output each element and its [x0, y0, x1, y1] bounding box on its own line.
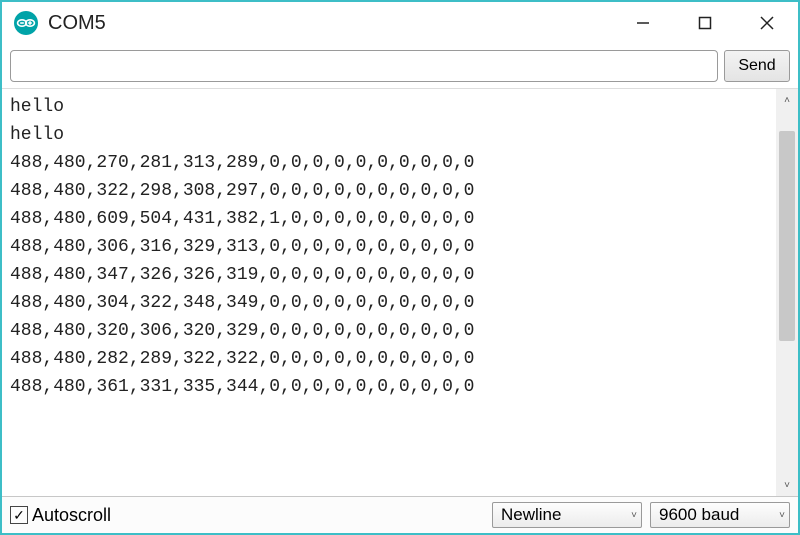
line-ending-value: Newline: [501, 505, 561, 525]
maximize-button[interactable]: [674, 2, 736, 44]
scroll-up-icon[interactable]: ˄: [776, 89, 798, 111]
autoscroll-checkbox[interactable]: ✓ Autoscroll: [10, 505, 111, 526]
status-bar: ✓ Autoscroll Newline ˅ 9600 baud ˅: [2, 497, 798, 533]
send-button[interactable]: Send: [724, 50, 790, 82]
output-area: hello hello 488,480,270,281,313,289,0,0,…: [2, 88, 798, 497]
line-ending-dropdown[interactable]: Newline ˅: [492, 502, 642, 528]
minimize-button[interactable]: [612, 2, 674, 44]
chevron-down-icon: ˅: [631, 510, 637, 521]
title-bar: COM5: [2, 2, 798, 44]
close-button[interactable]: [736, 2, 798, 44]
serial-input[interactable]: [10, 50, 718, 82]
serial-output: hello hello 488,480,270,281,313,289,0,0,…: [2, 89, 776, 496]
scroll-track[interactable]: [776, 111, 798, 474]
window-title: COM5: [48, 12, 106, 35]
scroll-down-icon[interactable]: ˅: [776, 474, 798, 496]
baud-value: 9600 baud: [659, 505, 739, 525]
autoscroll-label: Autoscroll: [32, 505, 111, 526]
baud-dropdown[interactable]: 9600 baud ˅: [650, 502, 790, 528]
serial-monitor-window: COM5 Send hello hello 488,480,270,281,31…: [0, 0, 800, 535]
scroll-thumb[interactable]: [779, 131, 795, 341]
arduino-icon: [12, 9, 40, 37]
chevron-down-icon: ˅: [779, 510, 785, 521]
vertical-scrollbar[interactable]: ˄ ˅: [776, 89, 798, 496]
checkbox-box[interactable]: ✓: [10, 506, 28, 524]
send-row: Send: [2, 44, 798, 88]
